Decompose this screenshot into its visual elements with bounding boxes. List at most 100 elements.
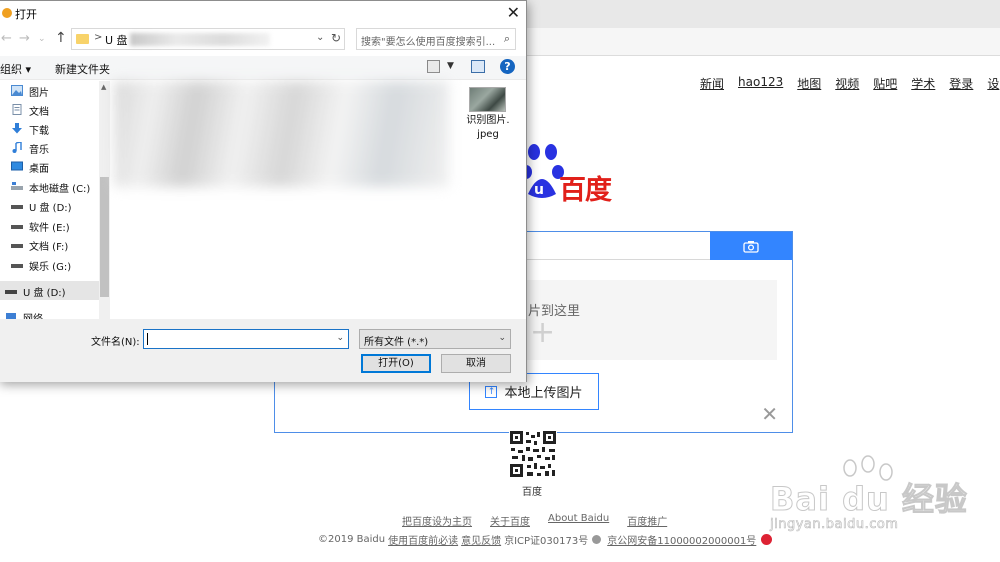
forward-arrow-icon[interactable]: →	[19, 31, 30, 46]
nav-item-pictures[interactable]: 图片	[0, 81, 97, 100]
nav-item-drive-g[interactable]: 娱乐 (G:)	[0, 255, 97, 274]
preview-pane-icon[interactable]	[471, 60, 485, 73]
nav-item-desktop[interactable]: 桌面	[0, 157, 97, 176]
music-icon	[12, 142, 22, 153]
camera-search-button[interactable]	[710, 232, 792, 260]
usb-drive-icon	[5, 290, 17, 294]
screen: 新闻 hao123 地图 视频 贴吧 学术 登录 设 u 百度 片到这里 + ↑…	[0, 0, 1000, 562]
back-arrow-icon[interactable]: ←	[1, 31, 12, 46]
browser-app-icon	[2, 8, 12, 18]
dialog-bottom-panel: 文件名(N): ⌄ 所有文件 (*.*) ⌄ 打开(O) 取消	[0, 319, 526, 382]
downloads-icon	[12, 123, 22, 134]
dialog-close-icon[interactable]: ✕	[507, 3, 520, 22]
breadcrumb-path[interactable]: U 盘	[105, 32, 128, 48]
filename-input[interactable]: ⌄	[143, 329, 349, 349]
view-options-icon[interactable]	[427, 60, 440, 73]
address-row: ← → ⌄ ↑ > U 盘 ⌄ ↻ 搜索"要怎么使用百度搜索引... ⌕	[0, 28, 526, 50]
scroll-up-arrow-icon[interactable]: ▲	[101, 83, 106, 91]
close-icon[interactable]: ✕	[761, 404, 778, 424]
filetype-value: 所有文件 (*.*)	[364, 337, 429, 348]
filename-dropdown-icon[interactable]: ⌄	[336, 333, 344, 343]
file-name-line1: 识别图片.	[466, 115, 510, 126]
nav-link-settings[interactable]: 设	[987, 75, 999, 91]
recent-locations-chevron-icon[interactable]: ⌄	[38, 34, 46, 44]
nav-item-documents[interactable]: 文档	[0, 100, 97, 119]
image-thumbnail	[469, 87, 506, 112]
nav-link-map[interactable]: 地图	[797, 75, 821, 91]
nav-item-network[interactable]: 网络	[0, 307, 97, 319]
open-file-dialog: 打开 ✕ ← → ⌄ ↑ > U 盘 ⌄ ↻ 搜索"要怎么使用百度搜索引... …	[0, 0, 527, 382]
nav-link-news[interactable]: 新闻	[700, 75, 724, 91]
desktop-icon	[11, 161, 23, 171]
nav-link-hao123[interactable]: hao123	[738, 75, 783, 91]
nav-item-label: 娱乐 (G:)	[29, 262, 72, 273]
footer-link-feedback[interactable]: 意见反馈	[461, 532, 501, 547]
up-arrow-icon[interactable]: ↑	[55, 30, 67, 46]
drive-icon	[11, 225, 23, 229]
nav-item-downloads[interactable]: 下载	[0, 119, 97, 138]
view-dropdown-icon[interactable]: ▼	[447, 61, 454, 71]
baidu-top-nav: 新闻 hao123 地图 视频 贴吧 学术 登录 设	[700, 75, 1000, 91]
baidu-logo-text: 百度	[559, 175, 612, 206]
footer-links: 把百度设为主页 关于百度 About Baidu 百度推广	[402, 513, 685, 528]
file-name-line2: jpeg	[477, 129, 499, 140]
nav-item-drive-e[interactable]: 软件 (E:)	[0, 216, 97, 235]
footer-link-baidu-promotion[interactable]: 百度推广	[627, 513, 667, 528]
drive-icon	[11, 264, 23, 268]
svg-text:u: u	[534, 182, 544, 198]
filename-label: 文件名(N):	[91, 337, 140, 348]
nav-item-usb-drive-selected[interactable]: U 盘 (D:)	[0, 281, 99, 300]
dialog-toolbar: 组织 ▾ 新建文件夹 ▼ ?	[0, 56, 526, 80]
refresh-icon[interactable]: ↻	[331, 31, 341, 45]
footer-link-must-read[interactable]: 使用百度前必读	[388, 532, 458, 547]
search-icon: ⌕	[503, 32, 510, 45]
drive-icon	[11, 182, 23, 190]
nav-item-label: 文档 (F:)	[29, 242, 69, 253]
nav-link-video[interactable]: 视频	[835, 75, 859, 91]
nav-pane-scrollbar[interactable]: ▲	[99, 81, 110, 319]
help-icon[interactable]: ?	[500, 59, 515, 74]
nav-item-drive-d[interactable]: U 盘 (D:)	[0, 196, 97, 215]
nav-item-label: 下载	[29, 126, 49, 137]
nav-item-drive-c[interactable]: 本地磁盘 (C:)	[0, 177, 97, 196]
nav-item-label: U 盘 (D:)	[29, 203, 72, 214]
folder-icon	[76, 34, 89, 44]
organize-button[interactable]: 组织 ▾	[0, 61, 31, 77]
location-pin-icon	[592, 535, 602, 544]
nav-link-xueshu[interactable]: 学术	[911, 75, 935, 91]
file-list-area[interactable]: 识别图片. jpeg	[112, 81, 526, 319]
image-drop-zone[interactable]: 片到这里 +	[488, 280, 777, 360]
nav-item-label: 音乐	[29, 145, 49, 156]
documents-icon	[12, 104, 22, 115]
dialog-titlebar[interactable]: 打开 ✕	[0, 1, 526, 26]
nav-item-label: 桌面	[29, 164, 49, 175]
footer-link-about-baidu-en[interactable]: About Baidu	[548, 513, 609, 528]
open-button[interactable]: 打开(O)	[361, 354, 431, 373]
nav-link-tieba[interactable]: 贴吧	[873, 75, 897, 91]
new-folder-button[interactable]: 新建文件夹	[55, 61, 110, 77]
nav-item-label: U 盘 (D:)	[23, 288, 66, 299]
cancel-button[interactable]: 取消	[441, 354, 511, 373]
footer-link-set-homepage[interactable]: 把百度设为主页	[402, 513, 472, 528]
footer-link-about-baidu[interactable]: 关于百度	[490, 513, 530, 528]
pictures-icon	[11, 85, 23, 96]
watermark-url-text: jingyan.baidu.com	[770, 517, 899, 533]
search-placeholder: 搜索"要怎么使用百度搜索引...	[361, 37, 496, 48]
nav-item-label: 软件 (E:)	[29, 223, 70, 234]
nav-pane-scroll-thumb[interactable]	[100, 177, 109, 297]
text-caret	[147, 333, 148, 345]
nav-item-label: 网络	[23, 310, 43, 319]
folder-search-input[interactable]: 搜索"要怎么使用百度搜索引... ⌕	[356, 28, 516, 50]
filetype-select[interactable]: 所有文件 (*.*) ⌄	[359, 329, 511, 349]
footer-link-police[interactable]: 京公网安备11000002000001号	[607, 532, 756, 547]
footer-legal: ©2019 Baidu 使用百度前必读 意见反馈 京ICP证030173号 京公…	[318, 532, 773, 547]
address-dropdown-icon[interactable]: ⌄	[316, 32, 324, 43]
plus-icon: +	[530, 315, 556, 350]
blurred-path-segment	[130, 33, 270, 46]
address-bar[interactable]: > U 盘 ⌄ ↻	[71, 28, 345, 50]
navigation-pane: 图片 文档 下载 音乐 桌面 本地磁盘 (C:) U 盘 (D:) 软件 (E:…	[0, 81, 110, 319]
nav-link-login[interactable]: 登录	[949, 75, 973, 91]
nav-item-music[interactable]: 音乐	[0, 138, 97, 157]
nav-item-drive-f[interactable]: 文档 (F:)	[0, 235, 97, 254]
nav-item-label: 图片	[29, 88, 49, 99]
